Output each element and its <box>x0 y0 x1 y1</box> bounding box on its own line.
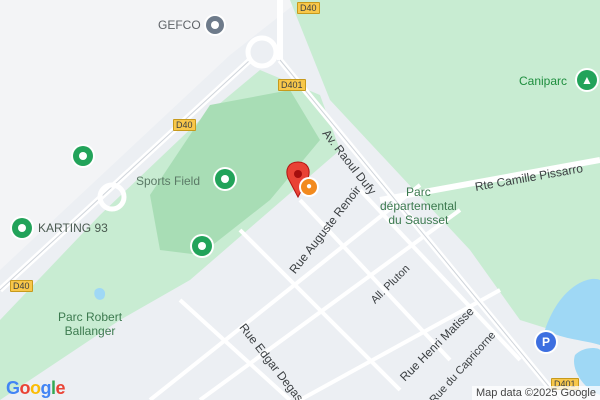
karting-pin-icon[interactable] <box>12 218 32 238</box>
gefco-pin-icon[interactable] <box>206 16 224 34</box>
fuel-icon[interactable]: ● <box>301 179 317 195</box>
place-karting[interactable]: KARTING 93 <box>38 221 108 235</box>
place-pin-icon[interactable] <box>73 146 93 166</box>
shield-d40-mid: D40 <box>173 119 196 131</box>
google-logo: Google <box>6 378 66 398</box>
park-pin-icon[interactable] <box>192 236 212 256</box>
place-gefco[interactable]: GEFCO <box>158 18 201 32</box>
shield-d40-top: D40 <box>297 2 320 14</box>
place-sports-field[interactable]: Sports Field <box>136 174 200 188</box>
shield-d401-top: D401 <box>278 79 306 91</box>
caniparc-tree-icon[interactable]: ▲ <box>577 70 597 90</box>
place-caniparc[interactable]: Caniparc <box>519 74 567 88</box>
map-canvas[interactable]: D40 D401 D40 D40 D401 GEFCO ▲ Caniparc S… <box>0 0 600 400</box>
place-parc-departemental[interactable]: Parc départemental du Sausset <box>380 185 457 227</box>
map-base <box>0 0 600 400</box>
parking-icon[interactable]: P <box>536 332 556 352</box>
shield-d40-left: D40 <box>10 280 33 292</box>
map-attribution[interactable]: Map data ©2025 Google <box>471 386 600 400</box>
place-parc-robert[interactable]: Parc Robert Ballanger <box>58 310 122 338</box>
sports-field-pin-icon[interactable] <box>215 169 235 189</box>
